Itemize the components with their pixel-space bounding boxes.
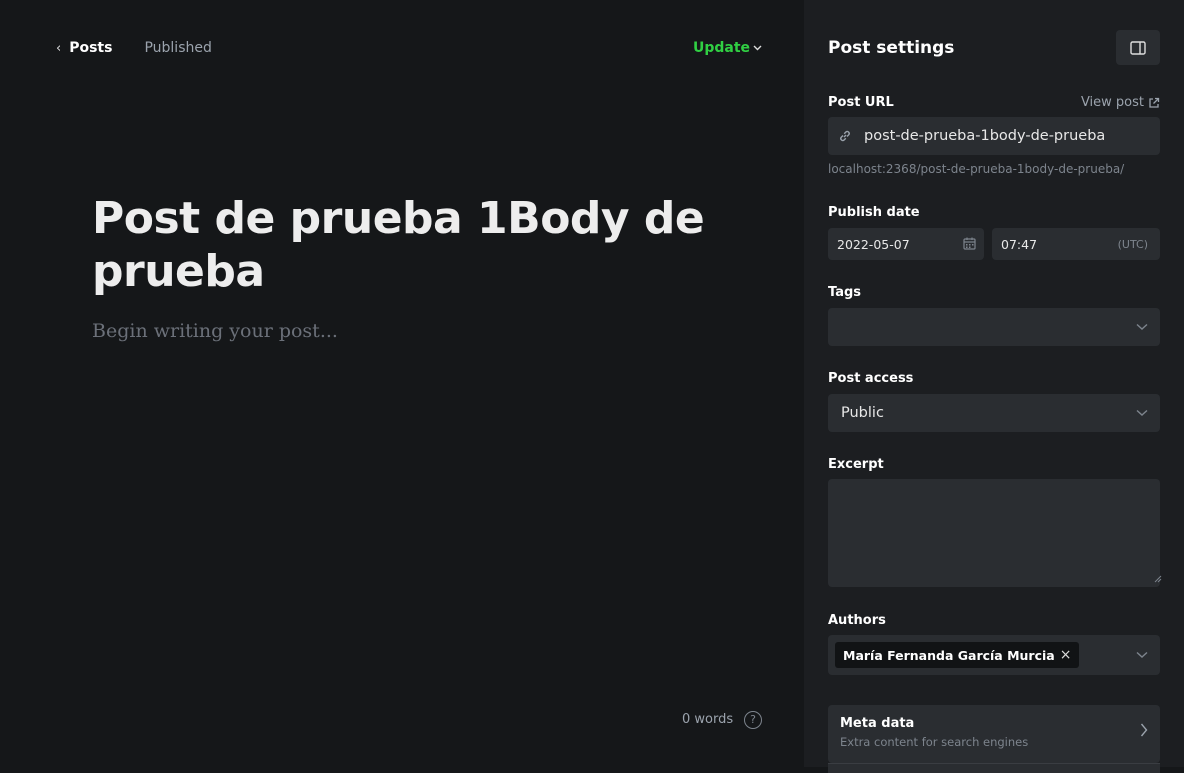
sidebar-toggle-button[interactable] xyxy=(1116,30,1160,65)
post-url-value: post-de-prueba-1body-de-prueba xyxy=(864,128,1106,144)
post-access-label: Post access xyxy=(828,371,914,386)
update-button-label: Update xyxy=(693,40,751,56)
sidebar-title: Post settings xyxy=(828,38,955,58)
chevron-right-icon xyxy=(1140,723,1148,737)
next-settings-section[interactable] xyxy=(828,763,1160,773)
chevron-down-icon xyxy=(753,43,762,54)
publish-date-input[interactable]: 2022-05-07 xyxy=(828,228,984,260)
post-url-label: Post URL xyxy=(828,95,894,110)
editor-topbar: ‹ Posts Published xyxy=(56,40,212,56)
authors-select[interactable]: María Fernanda García Murcia × xyxy=(828,635,1160,675)
chevron-left-icon: ‹ xyxy=(56,40,62,56)
publish-time-value: 07:47 xyxy=(1001,236,1038,252)
timezone-label: (UTC) xyxy=(1117,237,1148,251)
back-link-label: Posts xyxy=(69,40,113,56)
post-status: Published xyxy=(144,40,212,56)
tags-select[interactable] xyxy=(828,308,1160,346)
chevron-down-icon xyxy=(1136,651,1148,658)
post-settings-sidebar: Post settings Post URL View post post-de… xyxy=(804,0,1184,773)
view-post-link[interactable]: View post xyxy=(1081,95,1160,110)
post-access-value: Public xyxy=(841,405,884,421)
post-body-editor[interactable]: Begin writing your post... xyxy=(92,320,338,342)
post-url-hint: localhost:2368/post-de-prueba-1body-de-p… xyxy=(828,162,1125,176)
external-link-icon xyxy=(1149,97,1160,108)
excerpt-textarea[interactable] xyxy=(828,479,1160,587)
view-post-label: View post xyxy=(1080,95,1144,110)
authors-label: Authors xyxy=(828,613,886,628)
help-icon[interactable]: ? xyxy=(744,711,762,729)
author-name: María Fernanda García Murcia xyxy=(843,647,1055,663)
post-url-input[interactable]: post-de-prueba-1body-de-prueba xyxy=(828,117,1160,155)
publish-time-input[interactable]: 07:47 (UTC) xyxy=(992,228,1160,260)
word-count: 0 words xyxy=(682,712,734,727)
remove-author-icon[interactable]: × xyxy=(1060,647,1072,663)
post-access-select[interactable]: Public xyxy=(828,394,1160,432)
publish-date-value: 2022-05-07 xyxy=(837,236,910,252)
calendar-icon[interactable] xyxy=(963,237,976,250)
author-chip: María Fernanda García Murcia × xyxy=(835,642,1080,668)
editor-pane: ‹ Posts Published Update Post de prueba … xyxy=(0,0,804,767)
chevron-down-icon xyxy=(1136,323,1148,330)
link-icon xyxy=(840,130,850,142)
update-button[interactable]: Update xyxy=(693,40,762,56)
meta-data-title: Meta data xyxy=(840,716,915,731)
chevron-down-icon xyxy=(1136,409,1148,416)
sidebar-panel-icon xyxy=(1130,40,1146,55)
resize-grip-icon[interactable] xyxy=(1154,575,1162,583)
excerpt-label: Excerpt xyxy=(828,457,884,472)
post-title[interactable]: Post de prueba 1Body de prueba xyxy=(92,192,712,298)
back-to-posts-link[interactable]: ‹ Posts xyxy=(56,40,112,56)
meta-data-section[interactable]: Meta data Extra content for search engin… xyxy=(828,705,1160,763)
publish-date-label: Publish date xyxy=(828,205,920,220)
tags-label: Tags xyxy=(828,285,862,300)
meta-data-subtitle: Extra content for search engines xyxy=(840,735,1029,749)
